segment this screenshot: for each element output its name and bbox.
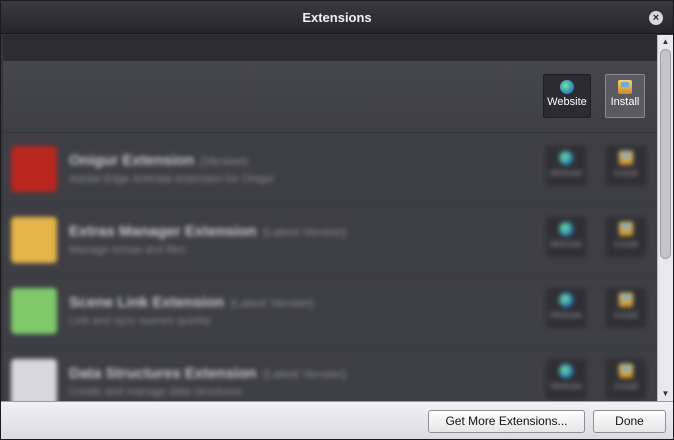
window-title: Extensions [302, 9, 372, 25]
done-button[interactable]: Done [593, 410, 666, 433]
row-install-button[interactable]: Install [606, 288, 646, 328]
row-website-label: Website [549, 168, 583, 178]
extension-description: Create and manage data structures [69, 386, 243, 398]
globe-icon [559, 151, 573, 165]
extension-name: Onigur Extension [69, 152, 195, 169]
extension-name: Data Structures Extension [69, 365, 257, 382]
package-icon [618, 80, 632, 94]
row-install-button[interactable]: Install [606, 359, 646, 399]
row-website-label: Website [549, 310, 583, 320]
extension-name: Extras Manager Extension [69, 223, 257, 240]
extension-version: (Latest Version) [262, 225, 347, 239]
extension-list: Onigur Extension (Version) Adobe Edge Ani… [3, 134, 657, 403]
extension-description: Link and sync scenes quickly [69, 315, 211, 327]
install-label: Install [610, 96, 640, 108]
extensions-content: Website Install Onigur Extension (Version… [3, 61, 657, 403]
get-more-extensions-button[interactable]: Get More Extensions... [428, 410, 585, 433]
extension-version: (Version) [200, 154, 249, 168]
list-item[interactable]: Extras Manager Extension (Latest Version)… [3, 205, 657, 276]
package-icon [619, 222, 633, 236]
package-icon [619, 293, 633, 307]
extension-version: (Latest Version) [262, 367, 347, 381]
sub-header-bar [3, 35, 657, 61]
row-install-button[interactable]: Install [606, 217, 646, 257]
list-item[interactable]: Scene Link Extension (Latest Version) Lin… [3, 276, 657, 347]
extension-description: Adobe Edge Animate extension for Onigur [69, 173, 275, 185]
arrow-down-icon: ▼ [661, 389, 670, 398]
list-item[interactable]: Onigur Extension (Version) Adobe Edge Ani… [3, 134, 657, 205]
selected-extension-row: Website Install [3, 61, 657, 133]
row-website-label: Website [549, 239, 583, 249]
row-website-label: Website [549, 381, 583, 391]
extension-version: (Latest Version) [230, 296, 315, 310]
row-install-label: Install [614, 239, 638, 249]
globe-icon [559, 293, 573, 307]
extension-icon [11, 217, 57, 263]
globe-icon [559, 222, 573, 236]
install-button[interactable]: Install [605, 74, 645, 118]
row-website-button[interactable]: Website [546, 217, 586, 257]
website-label: Website [547, 96, 587, 108]
row-website-button[interactable]: Website [546, 288, 586, 328]
title-bar: Extensions × [1, 1, 673, 34]
extensions-window: Extensions × Website Install Onigur Exte… [0, 0, 674, 440]
scroll-up-button[interactable]: ▲ [658, 35, 673, 49]
globe-icon [560, 80, 574, 94]
row-install-label: Install [614, 381, 638, 391]
extension-name: Scene Link Extension [69, 294, 225, 311]
row-website-button[interactable]: Website [546, 359, 586, 399]
website-button[interactable]: Website [543, 74, 591, 118]
row-install-button[interactable]: Install [606, 146, 646, 186]
globe-icon [559, 364, 573, 378]
scroll-down-button[interactable]: ▼ [658, 387, 673, 401]
row-website-button[interactable]: Website [546, 146, 586, 186]
extension-icon [11, 359, 57, 403]
dialog-footer: Get More Extensions... Done [1, 401, 673, 439]
vertical-scrollbar[interactable]: ▲ ▼ [657, 35, 673, 401]
extension-icon [11, 288, 57, 334]
package-icon [619, 364, 633, 378]
scroll-thumb[interactable] [660, 49, 671, 259]
package-icon [619, 151, 633, 165]
close-button[interactable]: × [649, 11, 663, 25]
list-item[interactable]: Data Structures Extension (Latest Version… [3, 347, 657, 403]
extension-description: Manage extras and files [69, 244, 186, 256]
row-install-label: Install [614, 168, 638, 178]
close-icon: × [652, 12, 660, 24]
row-install-label: Install [614, 310, 638, 320]
arrow-up-icon: ▲ [661, 37, 670, 46]
extension-icon [11, 146, 57, 192]
